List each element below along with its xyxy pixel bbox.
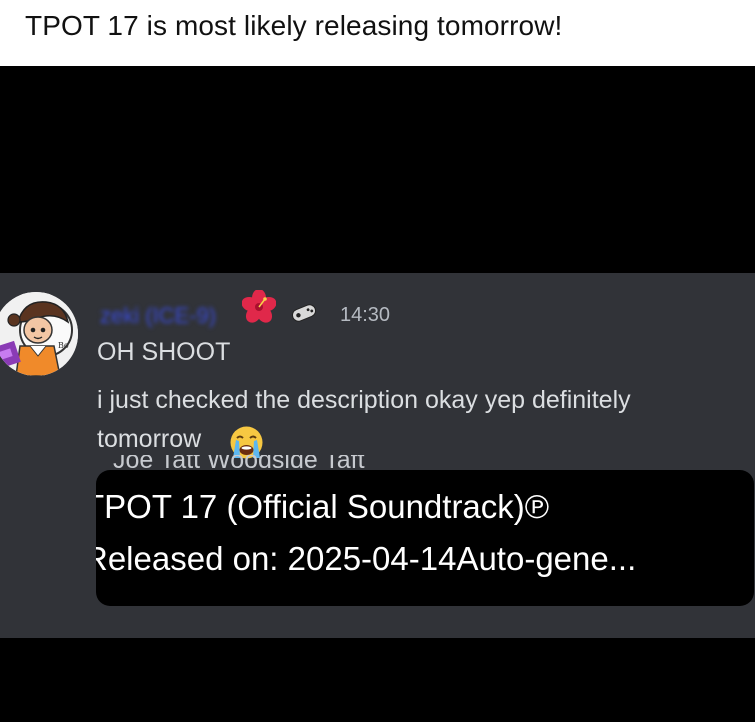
post-caption: TPOT 17 is most likely releasing tomorro… [25, 10, 563, 41]
hibiscus-icon [242, 290, 276, 323]
svg-text:Bo: Bo [58, 341, 69, 350]
message-line: OH SHOOT [97, 338, 231, 366]
message-line: i just checked the description okay yep … [97, 386, 631, 414]
game-controller-icon [291, 304, 317, 322]
video-letterbox-bottom [0, 638, 755, 722]
post-caption-bar: TPOT 17 is most likely releasing tomorro… [0, 0, 755, 66]
message-timestamp: 14:30 [340, 304, 391, 326]
message-username[interactable]: zeki (ICE-9) [100, 303, 216, 329]
message-line: tomorrow [97, 425, 202, 453]
embed-title[interactable]: TPOT 17 (Official Soundtrack)℗ [96, 488, 549, 526]
embed-description: Released on: 2025-04-14Auto-gene... [96, 540, 637, 577]
video-letterbox-top [0, 66, 755, 273]
link-embed-card[interactable]: TPOT 17 (Official Soundtrack)℗ Released … [96, 470, 754, 606]
